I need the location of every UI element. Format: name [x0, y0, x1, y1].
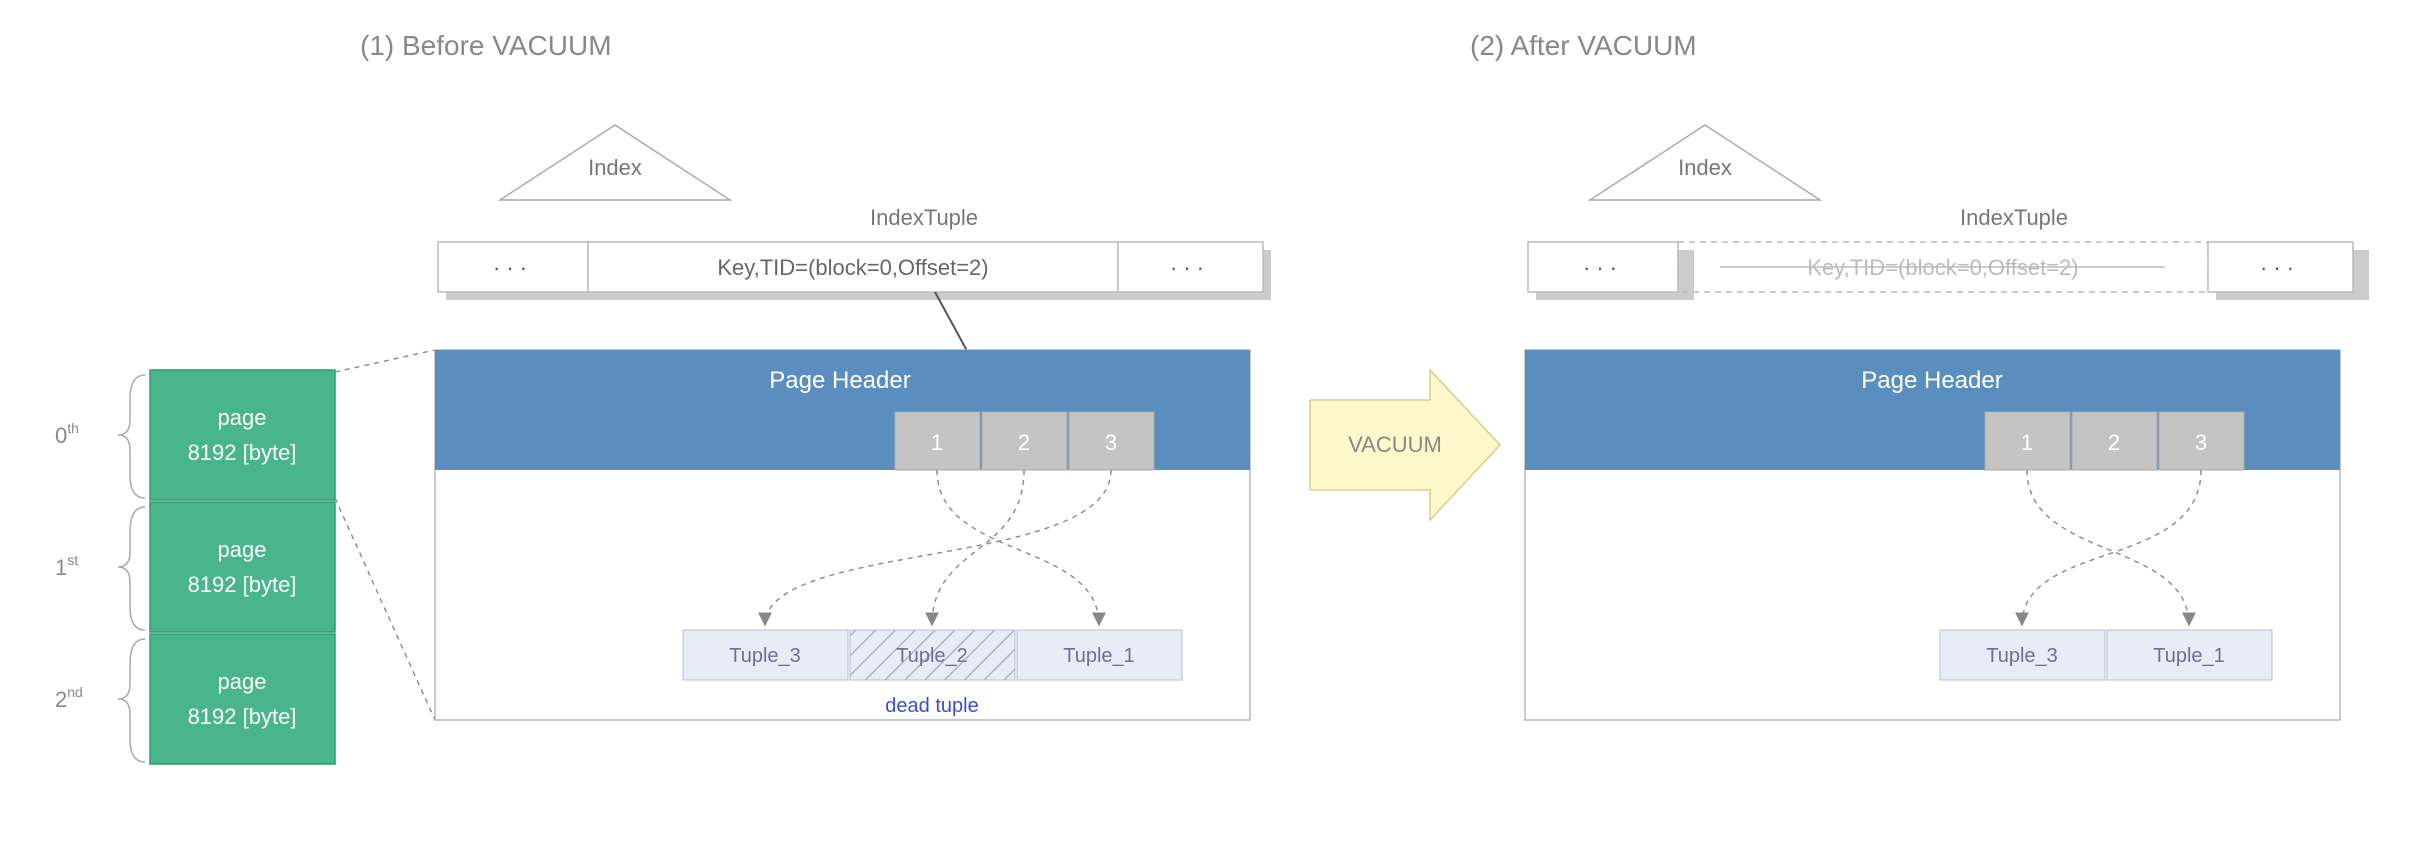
page2-line1: page — [218, 669, 267, 694]
svg-text:0th: 0th — [55, 420, 79, 448]
tuple3-after: Tuple_3 — [1986, 645, 2058, 667]
vacuum-arrow-group: VACUUM — [1310, 370, 1500, 520]
after-group: Index IndexTuple ··· Key,TID=(block=0,Of… — [1525, 125, 2369, 720]
slot2-before: 2 — [1018, 430, 1030, 455]
ord0: 0 — [55, 423, 67, 448]
vacuum-label: VACUUM — [1348, 432, 1442, 457]
ord2-sup: nd — [67, 684, 83, 700]
idx-dots-right-after: ··· — [2260, 255, 2300, 280]
ord0-sup: th — [67, 420, 79, 436]
svg-text:2nd: 2nd — [55, 684, 83, 712]
page0-line1: page — [218, 405, 267, 430]
indextuple-label-after: IndexTuple — [1960, 205, 2068, 230]
index-label-after: Index — [1678, 155, 1732, 180]
slot1-after: 1 — [2021, 430, 2033, 455]
ord2: 2 — [55, 687, 67, 712]
before-group: Index IndexTuple ··· Key,TID=(block=0,Of… — [435, 125, 1271, 720]
idx-dots-right-before: ··· — [1170, 255, 1210, 280]
tuple3-before: Tuple_3 — [729, 645, 801, 667]
idx-dots-left-before: ··· — [493, 255, 533, 280]
idx-dots-left-after: ··· — [1583, 255, 1623, 280]
slot1-before: 1 — [931, 430, 943, 455]
title-before: (1) Before VACUUM — [360, 30, 612, 61]
dead-tuple-label: dead tuple — [885, 695, 978, 717]
ord1-sup: st — [67, 552, 78, 568]
slot3-before: 3 — [1105, 430, 1117, 455]
tuple2-before: Tuple_2 — [896, 645, 968, 667]
page1-line2: 8192 [byte] — [188, 572, 297, 597]
page-stack: page 8192 [byte] page 8192 [byte] page 8… — [150, 370, 335, 764]
indextuple-label-before: IndexTuple — [870, 205, 978, 230]
page0-line2: 8192 [byte] — [188, 440, 297, 465]
page1-line1: page — [218, 537, 267, 562]
ord1: 1 — [55, 555, 67, 580]
idx-entry-before: Key,TID=(block=0,Offset=2) — [717, 255, 988, 280]
page2-line2: 8192 [byte] — [188, 704, 297, 729]
index-label-before: Index — [588, 155, 642, 180]
slot3-after: 3 — [2195, 430, 2207, 455]
tuple1-after: Tuple_1 — [2153, 645, 2225, 667]
vacuum-diagram: (1) Before VACUUM (2) After VACUUM page … — [0, 0, 2430, 862]
page-header-after: Page Header — [1861, 367, 2002, 394]
svg-text:1st: 1st — [55, 552, 78, 580]
tuple1-before: Tuple_1 — [1063, 645, 1135, 667]
slot2-after: 2 — [2108, 430, 2120, 455]
title-after: (2) After VACUUM — [1470, 30, 1697, 61]
ordinal-labels: 0th 1st 2nd — [55, 375, 145, 762]
page-header-before: Page Header — [769, 367, 910, 394]
